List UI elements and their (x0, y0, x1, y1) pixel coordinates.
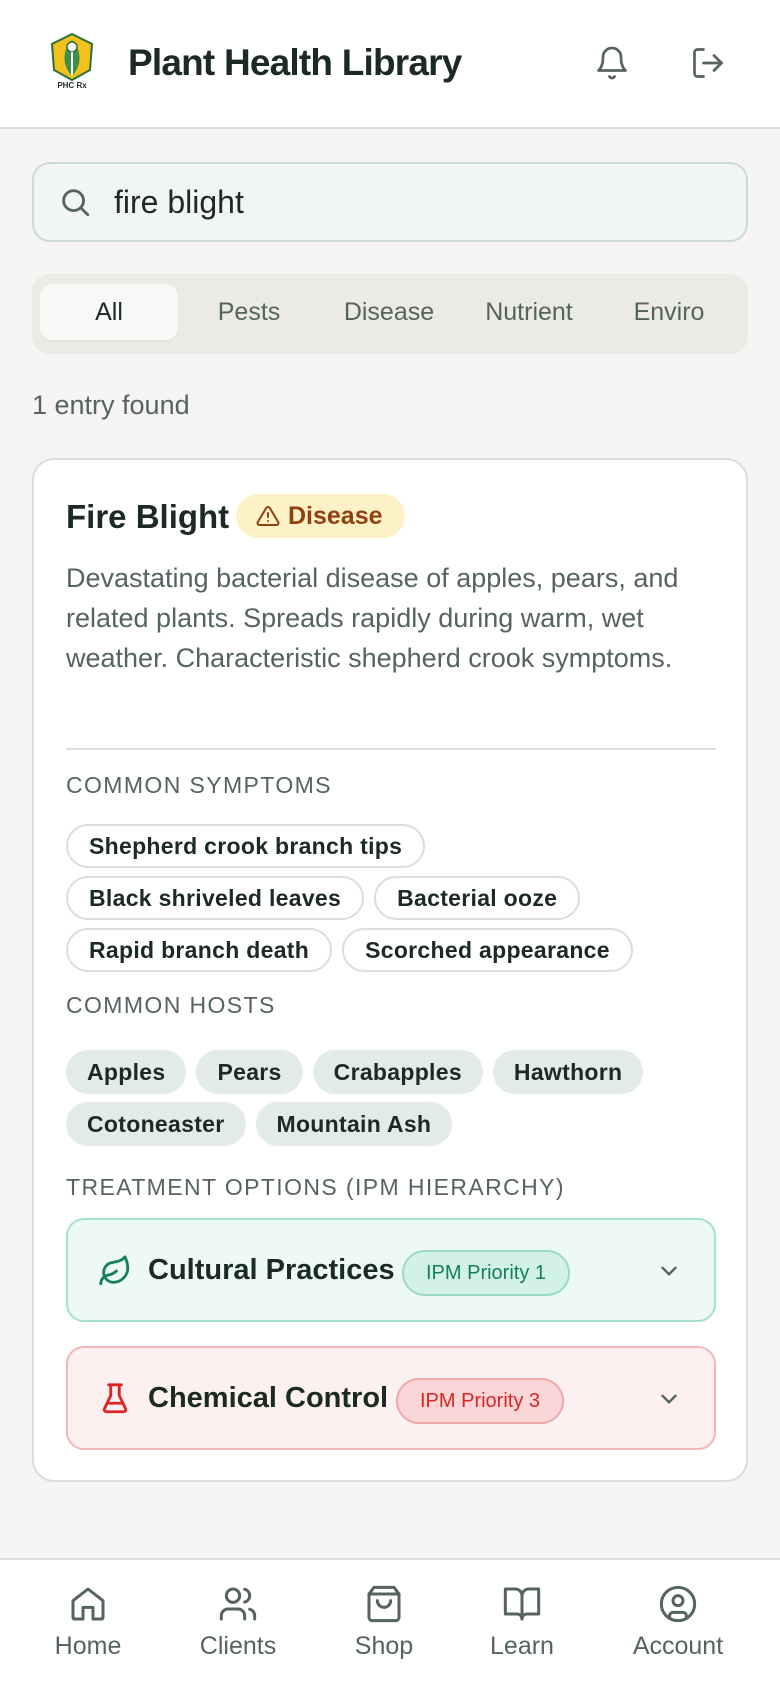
nav-label: Account (632, 1632, 724, 1660)
treatment-label: Chemical Control (148, 1382, 389, 1414)
notifications-button[interactable] (594, 45, 630, 81)
tab-pests[interactable]: Pests (180, 284, 318, 340)
symptom-chip: Rapid branch death (66, 928, 333, 972)
host-chip: Mountain Ash (255, 1102, 453, 1146)
divider (66, 748, 716, 750)
nav-home[interactable]: Home (18, 1584, 158, 1661)
tab-nutrient[interactable]: Nutrient (460, 284, 598, 340)
category-badge-label: Disease (288, 501, 383, 530)
phc-rx-logo[interactable]: PHC Rx (46, 30, 98, 96)
book-icon (503, 1587, 541, 1621)
chevron-down-icon[interactable] (656, 1386, 682, 1412)
nav-account[interactable]: Account (608, 1584, 748, 1661)
host-chip: Pears (196, 1050, 303, 1094)
host-chip: Apples (66, 1050, 187, 1094)
category-badge: Disease (236, 494, 405, 538)
symptom-chip: Bacterial ooze (374, 876, 581, 920)
symptoms-list: Shepherd crook branch tips Black shrivel… (66, 824, 726, 972)
nav-label: Home (54, 1632, 122, 1660)
flask-icon (102, 1383, 128, 1414)
nav-shop[interactable]: Shop (314, 1584, 454, 1661)
symptom-chip: Scorched appearance (342, 928, 633, 972)
treatments-heading: TREATMENT OPTIONS (IPM HIERARCHY) (66, 1174, 565, 1200)
category-filter-tabs: All Pests Disease Nutrient Enviro (32, 274, 748, 354)
tab-enviro[interactable]: Enviro (600, 284, 738, 340)
hosts-list: Apples Pears Crabapples Hawthorn Cotonea… (66, 1050, 726, 1146)
bottom-navigation: Home Clients Shop Learn Account (0, 1558, 780, 1688)
symptom-chip: Black shriveled leaves (66, 876, 365, 920)
search-input[interactable] (114, 174, 714, 230)
nav-label: Learn (490, 1632, 554, 1660)
symptoms-heading: COMMON SYMPTOMS (66, 772, 332, 798)
leaf-icon (99, 1255, 130, 1286)
tab-disease[interactable]: Disease (320, 284, 458, 340)
nav-label: Clients (199, 1632, 277, 1660)
shopping-bag-icon (367, 1585, 401, 1623)
ipm-priority-badge: IPM Priority 1 (402, 1250, 571, 1296)
bell-icon (597, 46, 627, 80)
treatment-chemical-control[interactable]: Chemical Control IPM Priority 3 (66, 1346, 716, 1450)
nav-label: Shop (354, 1632, 414, 1660)
host-chip: Crabapples (312, 1050, 483, 1094)
warning-triangle-icon (256, 505, 280, 526)
entry-description: Devastating bacterial disease of apples,… (66, 563, 679, 673)
users-icon (219, 1587, 257, 1621)
result-count: 1 entry found (32, 390, 190, 420)
symptom-chip: Shepherd crook branch tips (66, 824, 426, 868)
home-icon (71, 1587, 105, 1621)
logout-button[interactable] (690, 45, 726, 81)
user-circle-icon (659, 1585, 697, 1623)
tab-all[interactable]: All (40, 284, 178, 340)
entry-title: Fire Blight (66, 498, 230, 535)
chevron-down-icon[interactable] (656, 1258, 682, 1284)
host-chip: Cotoneaster (66, 1102, 246, 1146)
nav-clients[interactable]: Clients (168, 1584, 308, 1661)
ipm-priority-badge: IPM Priority 3 (396, 1378, 565, 1424)
treatment-label: Cultural Practices (148, 1254, 395, 1286)
app-header: PHC Rx Plant Health Library (0, 0, 780, 129)
nav-learn[interactable]: Learn (452, 1584, 592, 1661)
treatment-cultural-practices[interactable]: Cultural Practices IPM Priority 1 (66, 1218, 716, 1322)
page-title: Plant Health Library (128, 42, 462, 83)
search-icon (62, 189, 90, 217)
svg-text:PHC Rx: PHC Rx (57, 81, 87, 90)
hosts-heading: COMMON HOSTS (66, 992, 276, 1018)
search-bar[interactable] (32, 162, 748, 242)
logout-icon (693, 48, 723, 78)
host-chip: Hawthorn (492, 1050, 644, 1094)
library-entry-card[interactable]: Fire Blight Disease Devastating bacteria… (32, 458, 748, 1482)
